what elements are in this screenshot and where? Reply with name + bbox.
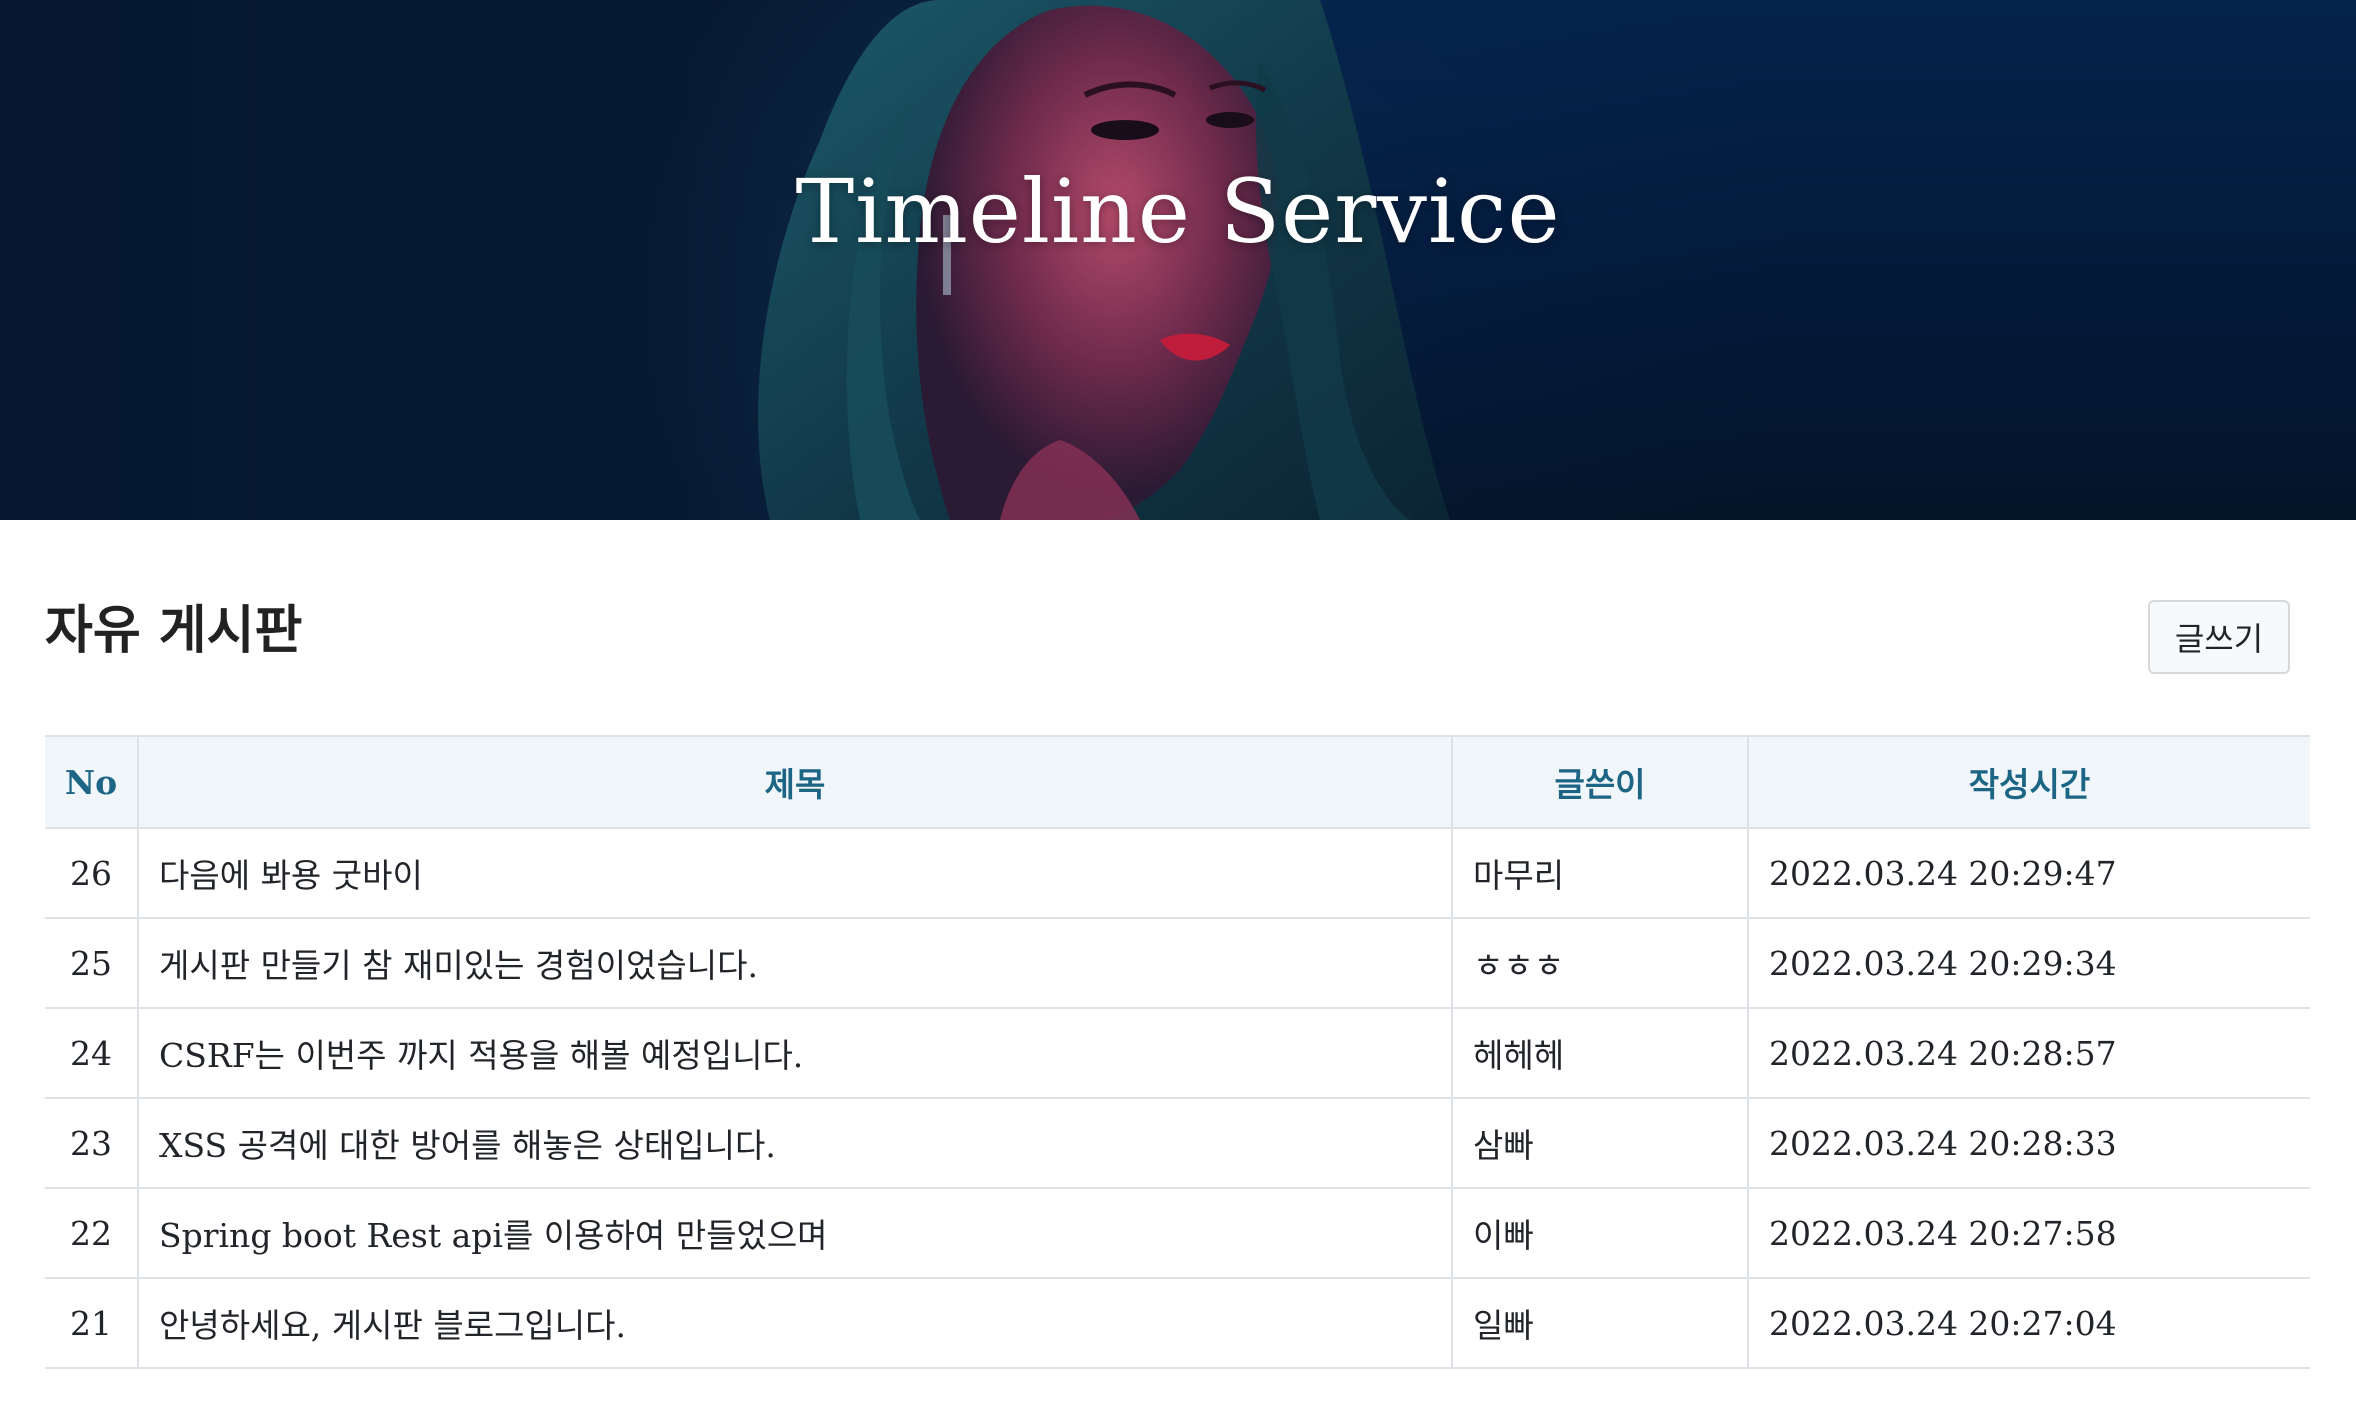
post-number: 26: [45, 828, 138, 919]
post-number: 24: [45, 1008, 138, 1099]
table-row[interactable]: 24 CSRF는 이번주 까지 적용을 해볼 예정입니다. 헤헤헤 2022.0…: [45, 1008, 2310, 1099]
post-title-link[interactable]: 게시판 만들기 참 재미있는 경험이었습니다.: [137, 918, 1452, 1009]
column-header-no: No: [45, 735, 138, 829]
column-header-title: 제목: [137, 735, 1452, 829]
post-writer: ㅎㅎㅎ: [1451, 918, 1748, 1009]
hero-title: Timeline Service: [795, 160, 1561, 263]
post-created-time: 2022.03.24 20:29:34: [1747, 918, 2310, 1009]
post-writer: 헤헤헤: [1451, 1008, 1748, 1099]
post-created-time: 2022.03.24 20:27:04: [1747, 1278, 2310, 1369]
post-title-link[interactable]: XSS 공격에 대한 방어를 해놓은 상태입니다.: [137, 1098, 1452, 1189]
board-section: 자유 게시판 글쓰기 No 제목 글쓴이 작성시간 26 다음에 봐용 굿바이 …: [45, 560, 2310, 1369]
hero-banner: Timeline Service: [0, 0, 2356, 520]
post-number: 21: [45, 1278, 138, 1369]
post-created-time: 2022.03.24 20:29:47: [1747, 828, 2310, 919]
table-row[interactable]: 25 게시판 만들기 참 재미있는 경험이었습니다. ㅎㅎㅎ 2022.03.2…: [45, 918, 2310, 1009]
post-writer: 이빠: [1451, 1188, 1748, 1279]
post-number: 23: [45, 1098, 138, 1189]
table-row[interactable]: 21 안녕하세요, 게시판 블로그입니다. 일빠 2022.03.24 20:2…: [45, 1278, 2310, 1369]
post-writer: 일빠: [1451, 1278, 1748, 1369]
column-header-created: 작성시간: [1747, 735, 2310, 829]
table-row[interactable]: 22 Spring boot Rest api를 이용하여 만들었으며 이빠 2…: [45, 1188, 2310, 1279]
column-header-writer: 글쓴이: [1451, 735, 1748, 829]
post-title-link[interactable]: 안녕하세요, 게시판 블로그입니다.: [137, 1278, 1452, 1369]
post-title-link[interactable]: CSRF는 이번주 까지 적용을 해볼 예정입니다.: [137, 1008, 1452, 1099]
post-writer: 마무리: [1451, 828, 1748, 919]
post-created-time: 2022.03.24 20:28:33: [1747, 1098, 2310, 1189]
table-row[interactable]: 26 다음에 봐용 굿바이 마무리 2022.03.24 20:29:47: [45, 828, 2310, 919]
board-table: No 제목 글쓴이 작성시간 26 다음에 봐용 굿바이 마무리 2022.03…: [45, 735, 2310, 1369]
post-title-link[interactable]: 다음에 봐용 굿바이: [137, 828, 1452, 919]
post-created-time: 2022.03.24 20:27:58: [1747, 1188, 2310, 1279]
board-header: 자유 게시판 글쓰기: [45, 560, 2310, 710]
post-number: 22: [45, 1188, 138, 1279]
post-title-link[interactable]: Spring boot Rest api를 이용하여 만들었으며: [137, 1188, 1452, 1279]
write-button[interactable]: 글쓰기: [2148, 600, 2290, 674]
table-row[interactable]: 23 XSS 공격에 대한 방어를 해놓은 상태입니다. 삼빠 2022.03.…: [45, 1098, 2310, 1189]
table-header-row: No 제목 글쓴이 작성시간: [45, 735, 2310, 829]
page-title: 자유 게시판: [45, 601, 303, 661]
post-writer: 삼빠: [1451, 1098, 1748, 1189]
post-number: 25: [45, 918, 138, 1009]
post-created-time: 2022.03.24 20:28:57: [1747, 1008, 2310, 1099]
